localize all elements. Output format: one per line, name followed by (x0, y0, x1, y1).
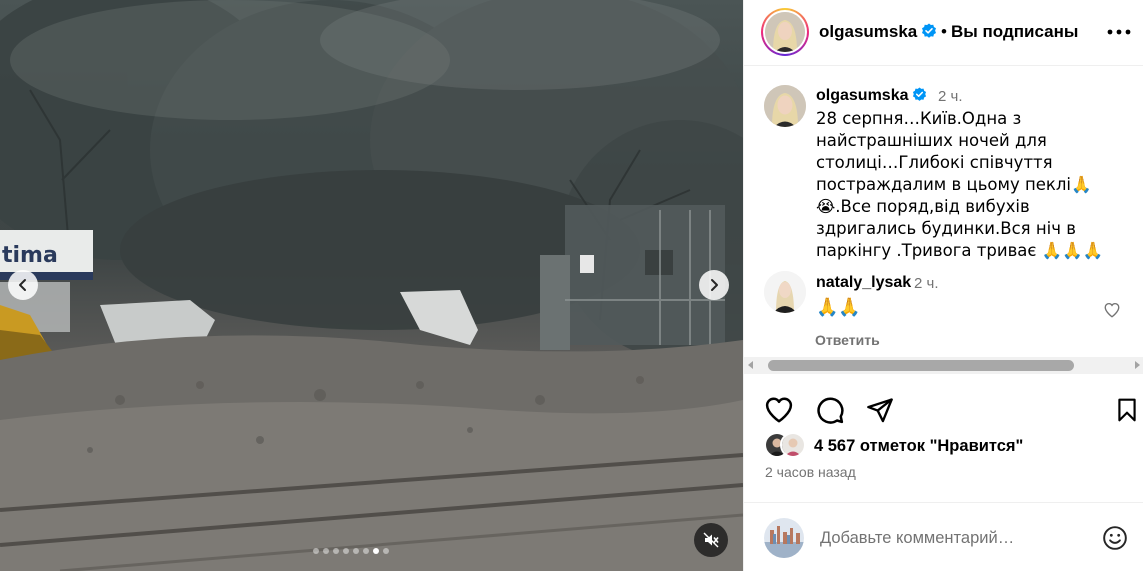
comment-composer (744, 502, 1143, 571)
caption-text: 28 серпня…Київ.Одна з найстрашніших ноче… (816, 109, 1104, 260)
carousel-dot (333, 548, 339, 554)
comment-input[interactable] (820, 529, 1070, 548)
author-username-header[interactable]: olgasumska (819, 22, 937, 42)
carousel-dot (383, 548, 389, 554)
save-button[interactable] (1111, 394, 1143, 426)
header-separator: • (941, 22, 947, 41)
carousel-prev-button[interactable] (8, 270, 38, 300)
heart-icon (1104, 302, 1120, 318)
carousel-dot (313, 548, 319, 554)
like-button[interactable] (763, 394, 795, 426)
post-side-panel: olgasumska • Вы подписаны olgasumska 2 ч… (743, 0, 1143, 571)
reply-author-avatar[interactable] (764, 271, 806, 313)
store-sign-text: tima (2, 243, 58, 268)
scrollbar-thumb[interactable] (768, 360, 1074, 371)
bookmark-icon (1118, 398, 1136, 422)
reply-username[interactable]: nataly_lysak (816, 274, 911, 292)
liker-avatar[interactable] (780, 432, 806, 458)
speaker-muted-icon (703, 532, 719, 548)
reply-text: 🙏🙏 (816, 297, 861, 318)
comment-bubble-icon (817, 397, 844, 424)
comment-button[interactable] (814, 394, 846, 426)
carousel-next-button[interactable] (699, 270, 729, 300)
emoji-smile-icon (1103, 526, 1127, 550)
more-options-icon (1107, 29, 1131, 35)
horizontal-scrollbar[interactable] (744, 357, 1143, 374)
video-frame: tima (0, 0, 743, 571)
chevron-right-icon (711, 279, 718, 291)
comment-like-button[interactable] (1101, 299, 1123, 321)
post-header: olgasumska • Вы подписаны (744, 0, 1143, 66)
post-actions (744, 390, 1143, 430)
carousel-dot (353, 548, 359, 554)
carousel-indicator (313, 548, 389, 554)
scroll-left-arrow[interactable] (748, 361, 753, 369)
caption-username[interactable]: olgasumska (816, 87, 927, 105)
carousel-dot (343, 548, 349, 554)
current-user-avatar (764, 518, 804, 558)
scroll-right-arrow[interactable] (1135, 361, 1140, 369)
caption-author-avatar[interactable] (764, 85, 806, 127)
reply-timestamp[interactable]: 2 ч. (914, 275, 939, 292)
carousel-dot (323, 548, 329, 554)
more-options-button[interactable] (1106, 19, 1132, 45)
share-button[interactable] (864, 394, 896, 426)
follow-status-button[interactable]: Вы подписаны (951, 22, 1078, 42)
emoji-button[interactable] (1100, 523, 1130, 553)
reply-button[interactable]: Ответить (815, 332, 880, 348)
carousel-dot-active (373, 548, 379, 554)
carousel-dot (363, 548, 369, 554)
verified-badge-icon (922, 23, 937, 38)
comments-section[interactable]: olgasumska 2 ч. 28 серпня…Київ.Одна з на… (744, 67, 1143, 357)
chevron-left-icon (19, 279, 26, 291)
heart-icon (765, 397, 793, 423)
mute-button[interactable] (694, 523, 728, 557)
verified-badge-icon (913, 87, 927, 101)
likes-summary[interactable]: 4 567 отметок "Нравится" (764, 432, 1134, 460)
paper-plane-icon (867, 398, 893, 423)
post-timestamp[interactable]: 2 часов назад (765, 464, 856, 480)
post-media[interactable]: tima (0, 0, 743, 571)
author-avatar[interactable] (761, 8, 809, 56)
caption-timestamp[interactable]: 2 ч. (938, 88, 963, 105)
likes-count[interactable]: 4 567 отметок "Нравится" (814, 437, 1023, 456)
